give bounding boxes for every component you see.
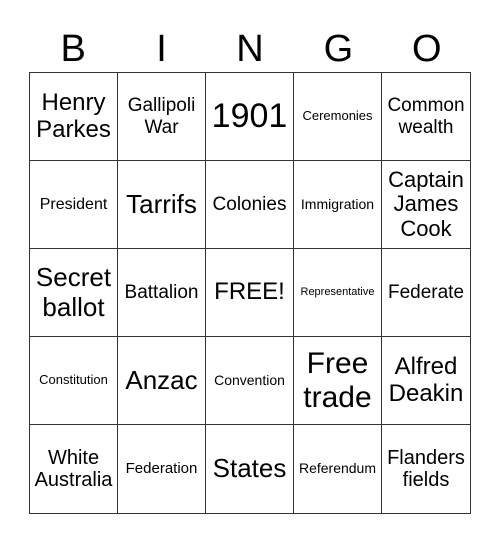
bingo-cell[interactable]: Henry Parkes [30, 73, 118, 161]
bingo-cell[interactable]: Secret ballot [30, 249, 118, 337]
header-letter: N [236, 28, 264, 70]
header-letter: B [60, 28, 86, 70]
bingo-cell[interactable]: Tarrifs [118, 161, 206, 249]
free-cell[interactable]: FREE! [206, 249, 294, 337]
bingo-cell[interactable]: Anzac [118, 337, 206, 425]
bingo-cell[interactable]: Constitution [30, 337, 118, 425]
bingo-cell[interactable]: Referendum [294, 425, 382, 513]
bingo-cell[interactable]: Ceremonies [294, 73, 382, 161]
bingo-cell[interactable]: President [30, 161, 118, 249]
header-letter: I [156, 28, 167, 70]
bingo-cell[interactable]: Gallipoli War [118, 73, 206, 161]
bingo-cell[interactable]: Captain James Cook [382, 161, 470, 249]
header-letter: G [323, 28, 354, 70]
bingo-header: B I N G O [29, 26, 471, 72]
bingo-cell[interactable]: States [206, 425, 294, 513]
bingo-cell[interactable]: Federate [382, 249, 470, 337]
bingo-cell[interactable]: Free trade [294, 337, 382, 425]
bingo-cell[interactable]: Battalion [118, 249, 206, 337]
bingo-cell[interactable]: Convention [206, 337, 294, 425]
bingo-cell[interactable]: 1901 [206, 73, 294, 161]
bingo-cell[interactable]: Common wealth [382, 73, 470, 161]
bingo-cell[interactable]: Federation [118, 425, 206, 513]
bingo-cell[interactable]: Flanders fields [382, 425, 470, 513]
bingo-cell[interactable]: Alfred Deakin [382, 337, 470, 425]
bingo-cell[interactable]: Representative [294, 249, 382, 337]
bingo-grid: Henry Parkes Gallipoli War 1901 Ceremoni… [29, 72, 471, 514]
bingo-cell[interactable]: White Australia [30, 425, 118, 513]
bingo-cell[interactable]: Colonies [206, 161, 294, 249]
header-letter: O [411, 28, 442, 70]
bingo-cell[interactable]: Immigration [294, 161, 382, 249]
